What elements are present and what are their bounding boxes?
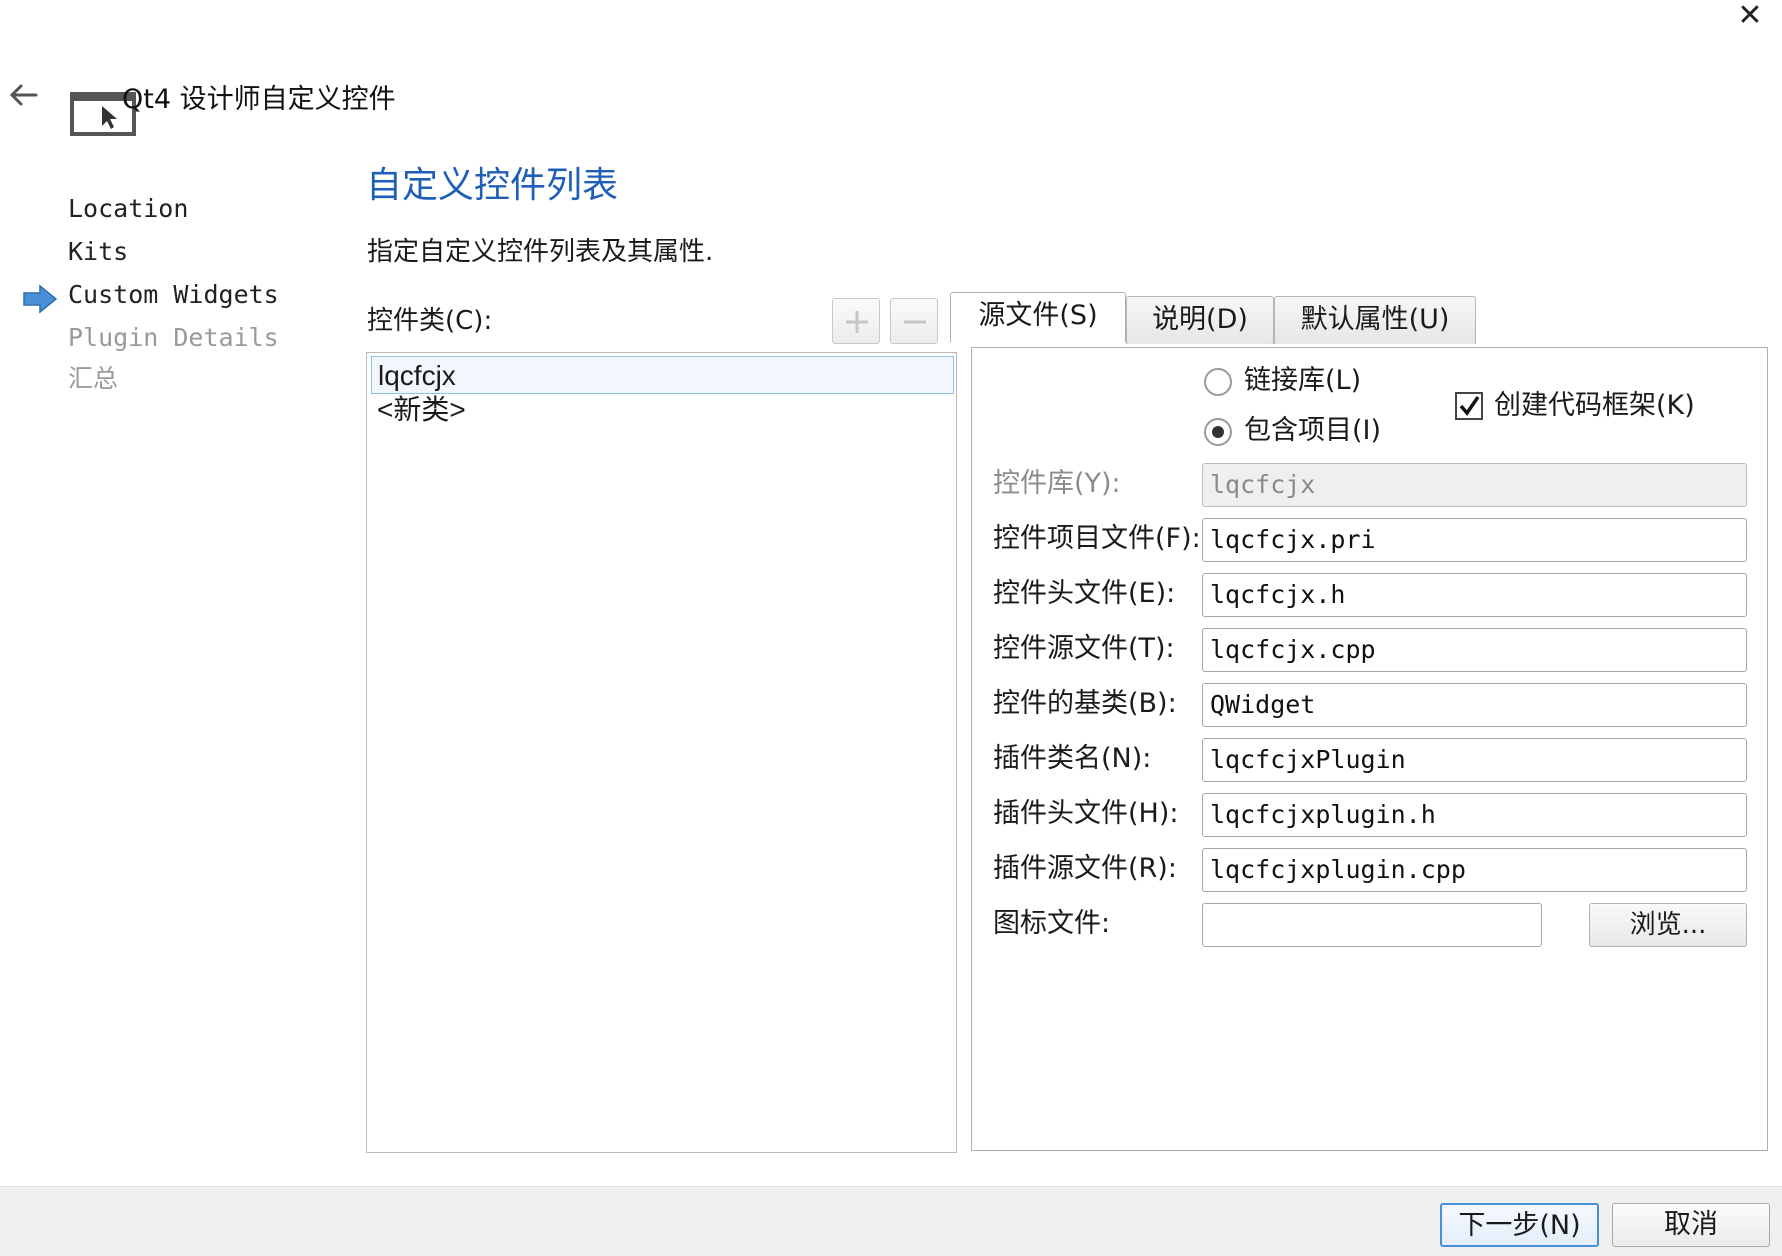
widget-project-file-label: 控件项目文件(F):: [993, 523, 1201, 554]
back-arrow-icon: [9, 84, 38, 106]
checkmark-icon: [1459, 396, 1480, 416]
widget-classes-label: 控件类(C):: [367, 306, 493, 336]
add-class-button[interactable]: [832, 298, 880, 344]
include-project-label[interactable]: 包含项目(I): [1244, 413, 1381, 449]
link-library-label[interactable]: 链接库(L): [1244, 363, 1361, 399]
widget-class-list[interactable]: lqcfcjx <新类>: [366, 352, 957, 1153]
back-button[interactable]: [6, 78, 46, 118]
browse-button[interactable]: 浏览...: [1589, 903, 1747, 947]
widget-base-class-label: 控件的基类(B):: [993, 688, 1177, 719]
icon-file-field[interactable]: [1202, 903, 1542, 947]
widget-source-field[interactable]: lqcfcjx.cpp: [1202, 628, 1747, 672]
plugin-header-label: 插件头文件(H):: [993, 798, 1179, 829]
widget-source-label: 控件源文件(T):: [993, 633, 1175, 664]
plugin-source-label: 插件源文件(R):: [993, 853, 1177, 884]
widget-header-label: 控件头文件(E):: [993, 578, 1176, 609]
link-library-radio[interactable]: [1204, 368, 1232, 396]
wizard-step-kits: Kits: [68, 237, 129, 266]
plugin-class-name-field[interactable]: lqcfcjxPlugin: [1202, 738, 1747, 782]
plugin-header-field[interactable]: lqcfcjxplugin.h: [1202, 793, 1747, 837]
list-item-lqcfcjx[interactable]: lqcfcjx: [371, 356, 954, 394]
wizard-step-summary: 汇总: [68, 364, 119, 393]
radio-selected-dot: [1212, 426, 1224, 438]
current-step-arrow-icon: [23, 284, 58, 314]
window-title: Qt4 设计师自定义控件: [122, 84, 396, 115]
wizard-step-plugin-details: Plugin Details: [68, 323, 279, 352]
wizard-step-custom-widgets: Custom Widgets: [68, 280, 279, 309]
widget-library-label: 控件库(Y):: [993, 468, 1121, 499]
close-button[interactable]: ✕: [1730, 0, 1770, 32]
icon-file-label: 图标文件:: [993, 908, 1111, 939]
widget-header-field[interactable]: lqcfcjx.h: [1202, 573, 1747, 617]
plugin-source-field[interactable]: lqcfcjxplugin.cpp: [1202, 848, 1747, 892]
include-project-radio[interactable]: [1204, 418, 1232, 446]
tab-source-files[interactable]: 源文件(S): [950, 292, 1126, 342]
plus-icon: [846, 311, 868, 333]
cancel-button[interactable]: 取消: [1612, 1203, 1770, 1247]
tab-description[interactable]: 说明(D): [1126, 296, 1274, 344]
close-icon: ✕: [1737, 0, 1763, 33]
widget-library-field: lqcfcjx: [1202, 463, 1747, 507]
page-description: 指定自定义控件列表及其属性.: [367, 237, 714, 267]
remove-class-button[interactable]: [890, 298, 938, 344]
create-skeleton-label[interactable]: 创建代码框架(K): [1494, 388, 1695, 424]
create-skeleton-checkbox[interactable]: [1455, 392, 1483, 420]
minus-icon: [904, 320, 926, 324]
list-item-new-class[interactable]: <新类>: [371, 391, 954, 429]
widget-project-file-field[interactable]: lqcfcjx.pri: [1202, 518, 1747, 562]
next-button[interactable]: 下一步(N): [1440, 1203, 1599, 1247]
widget-base-class-field[interactable]: QWidget: [1202, 683, 1747, 727]
tab-default-properties[interactable]: 默认属性(U): [1274, 296, 1476, 344]
plugin-class-name-label: 插件类名(N):: [993, 743, 1152, 774]
wizard-step-location: Location: [68, 194, 189, 223]
page-heading: 自定义控件列表: [366, 165, 619, 206]
